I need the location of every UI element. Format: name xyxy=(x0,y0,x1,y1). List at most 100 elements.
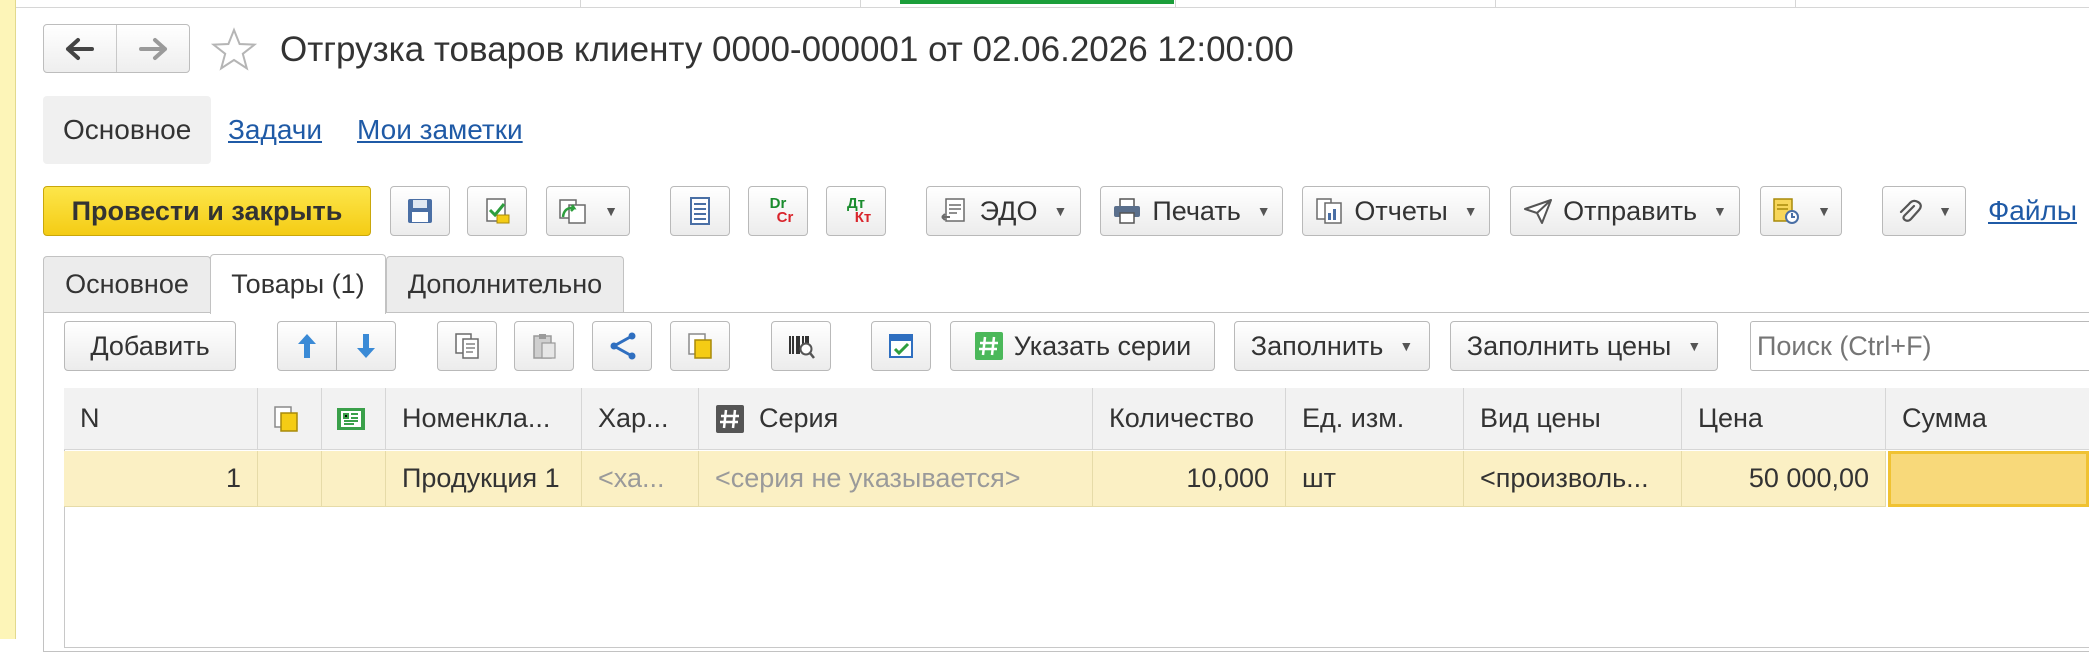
check-button[interactable] xyxy=(871,321,931,371)
print-label: Печать xyxy=(1152,195,1241,226)
fill-prices-button[interactable]: Заполнить цены ▼ xyxy=(1450,321,1718,371)
files-link[interactable]: Файлы xyxy=(1988,186,2077,236)
paste-rows-button[interactable] xyxy=(514,321,574,371)
move-down-button[interactable] xyxy=(336,321,396,371)
table-cell-n[interactable]: 1 xyxy=(64,451,258,507)
chevron-down-icon: ▼ xyxy=(1256,203,1271,219)
column-header-price-type[interactable]: Вид цены xyxy=(1464,388,1682,450)
save-button[interactable] xyxy=(390,186,450,236)
column-header-characteristic[interactable]: Хар... xyxy=(582,388,699,450)
post-button[interactable] xyxy=(467,186,527,236)
forward-button[interactable] xyxy=(116,25,189,72)
specify-series-button[interactable]: Указать серии xyxy=(950,321,1215,371)
top-tab-separator xyxy=(860,0,861,8)
chevron-down-icon: ▼ xyxy=(1713,203,1727,219)
top-tab-separator xyxy=(580,0,581,8)
printer-icon xyxy=(1114,198,1141,224)
post-document-icon xyxy=(486,198,510,224)
column-header-series[interactable]: Серия xyxy=(699,388,1093,450)
dr-cr-button[interactable]: Dr Cr xyxy=(748,186,808,236)
hash-icon xyxy=(974,332,1003,360)
move-up-button[interactable] xyxy=(277,321,337,371)
chevron-down-icon: ▼ xyxy=(1399,338,1414,354)
create-based-on-button[interactable]: ▼ xyxy=(546,186,630,236)
post-and-close-button[interactable]: Провести и закрыть xyxy=(43,186,371,236)
active-top-tab-indicator xyxy=(900,0,1174,4)
fill-button[interactable]: Заполнить ▼ xyxy=(1234,321,1430,371)
document-title: Отгрузка товаров клиенту 0000-000001 от … xyxy=(280,30,1294,69)
dt-kt-button[interactable]: Дт Кт xyxy=(826,186,886,236)
section-tasks[interactable]: Задачи xyxy=(228,96,322,164)
table-cell-item[interactable]: Продукция 1 xyxy=(386,451,582,507)
column-header-sum[interactable]: Сумма xyxy=(1886,388,2089,450)
barcode-scan-button[interactable] xyxy=(771,321,831,371)
add-row-button[interactable]: Добавить xyxy=(64,321,236,371)
column-header-marking[interactable] xyxy=(322,388,386,450)
column-header-label: Сумма xyxy=(1902,403,1987,433)
search-input[interactable] xyxy=(1750,321,2089,371)
send-button[interactable]: Отправить ▼ xyxy=(1510,186,1740,236)
back-button[interactable] xyxy=(44,25,116,72)
arrow-left-icon xyxy=(66,37,94,60)
barcode-icon xyxy=(789,336,815,359)
document-structure-button[interactable] xyxy=(670,186,730,236)
reports-label: Отчеты xyxy=(1354,195,1448,226)
print-button[interactable]: Печать ▼ xyxy=(1100,186,1283,236)
column-header-unit[interactable]: Ед. изм. xyxy=(1286,388,1464,450)
chevron-down-icon: ▼ xyxy=(1938,203,1952,219)
arrow-up-icon xyxy=(298,334,316,358)
column-header-label: Серия xyxy=(759,403,839,433)
paperclip-icon xyxy=(1899,199,1922,222)
section-main[interactable]: Основное xyxy=(43,96,212,164)
table-cell-pick[interactable] xyxy=(258,451,322,507)
section-notes[interactable]: Мои заметки xyxy=(357,96,523,164)
copy-icon xyxy=(455,333,479,359)
linked-documents-icon xyxy=(1773,198,1800,224)
column-header-label: Хар... xyxy=(598,403,669,433)
column-header-item[interactable]: Номенкла... xyxy=(386,388,582,450)
tab-additional[interactable]: Дополнительно xyxy=(386,256,624,312)
kt-label: Кт xyxy=(854,209,872,226)
send-label: Отправить xyxy=(1563,195,1698,226)
favorite-button[interactable] xyxy=(210,26,258,74)
chevron-down-icon: ▼ xyxy=(1463,203,1478,219)
paper-plane-icon xyxy=(1524,199,1553,224)
top-tab-separator xyxy=(1175,0,1176,8)
chevron-down-icon: ▼ xyxy=(604,203,618,219)
reports-button[interactable]: Отчеты ▼ xyxy=(1302,186,1490,236)
reports-icon xyxy=(1316,198,1343,224)
column-header-n[interactable]: N xyxy=(64,388,258,450)
table-cell-unit[interactable]: шт xyxy=(1286,451,1464,507)
table-cell-series[interactable]: <серия не указывается> xyxy=(699,451,1093,507)
tab-goods[interactable]: Товары (1) xyxy=(210,254,386,314)
post-and-close-label: Провести и закрыть xyxy=(71,195,343,226)
table-cell-price-type[interactable]: <произволь... xyxy=(1464,451,1682,507)
pick-goods-button[interactable] xyxy=(670,321,730,371)
attachments-button[interactable]: ▼ xyxy=(1882,186,1966,236)
table-cell-marking[interactable] xyxy=(322,451,386,507)
distribute-button[interactable] xyxy=(592,321,652,371)
edo-button[interactable]: ЭДО ▼ xyxy=(926,186,1081,236)
column-header-price[interactable]: Цена xyxy=(1682,388,1886,450)
column-header-quantity[interactable]: Количество xyxy=(1093,388,1286,450)
copy-rows-button[interactable] xyxy=(437,321,497,371)
table-cell-sum[interactable] xyxy=(1888,451,2089,507)
tab-main[interactable]: Основное xyxy=(43,256,211,312)
linked-documents-button[interactable]: ▼ xyxy=(1760,186,1842,236)
list-structure-icon xyxy=(690,197,710,225)
column-header-pick[interactable] xyxy=(258,388,322,450)
edo-label: ЭДО xyxy=(979,195,1038,226)
fill-label: Заполнить xyxy=(1250,330,1384,361)
marking-code-icon xyxy=(337,407,365,430)
arrow-down-icon xyxy=(357,334,375,358)
paste-icon xyxy=(533,334,556,359)
column-header-label: Цена xyxy=(1698,403,1763,433)
navigation-buttons xyxy=(43,24,190,73)
hash-icon xyxy=(716,404,744,433)
table-cell-characteristic[interactable]: <ха... xyxy=(582,451,699,507)
edo-icon xyxy=(940,198,965,222)
table-cell-price[interactable]: 50 000,00 xyxy=(1682,451,1886,507)
table-cell-quantity[interactable]: 10,000 xyxy=(1093,451,1286,507)
chevron-down-icon: ▼ xyxy=(1817,203,1831,219)
chevron-down-icon: ▼ xyxy=(1687,338,1702,354)
